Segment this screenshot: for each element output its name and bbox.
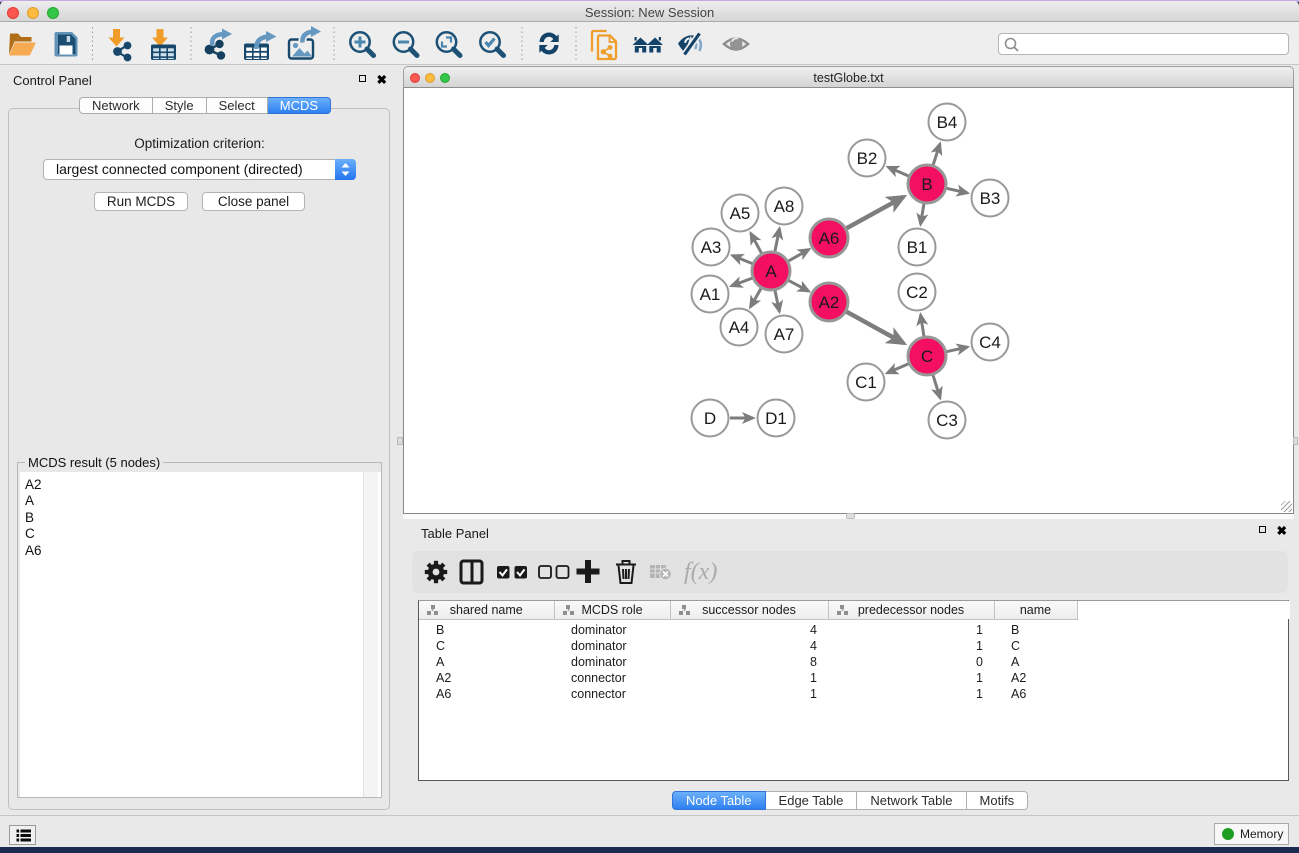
svg-text:B: B [921,175,932,194]
svg-text:A6: A6 [819,229,840,248]
svg-text:B2: B2 [857,149,878,168]
svg-text:A5: A5 [730,204,751,223]
svg-text:A4: A4 [729,318,750,337]
svg-text:A1: A1 [700,285,721,304]
svg-text:C1: C1 [855,373,877,392]
svg-text:C2: C2 [906,283,928,302]
svg-text:f(x): f(x) [684,559,717,585]
svg-text:A3: A3 [701,238,722,257]
svg-text:B4: B4 [937,113,958,132]
svg-text:D: D [704,409,716,428]
svg-text:A2: A2 [819,293,840,312]
svg-text:B1: B1 [907,238,928,257]
svg-text:B3: B3 [980,189,1001,208]
svg-text:A8: A8 [774,197,795,216]
svg-text:C3: C3 [936,411,958,430]
svg-text:A7: A7 [774,325,795,344]
svg-text:C4: C4 [979,333,1001,352]
svg-text:D1: D1 [765,409,787,428]
svg-text:A: A [765,262,777,281]
svg-text:C: C [921,347,933,366]
